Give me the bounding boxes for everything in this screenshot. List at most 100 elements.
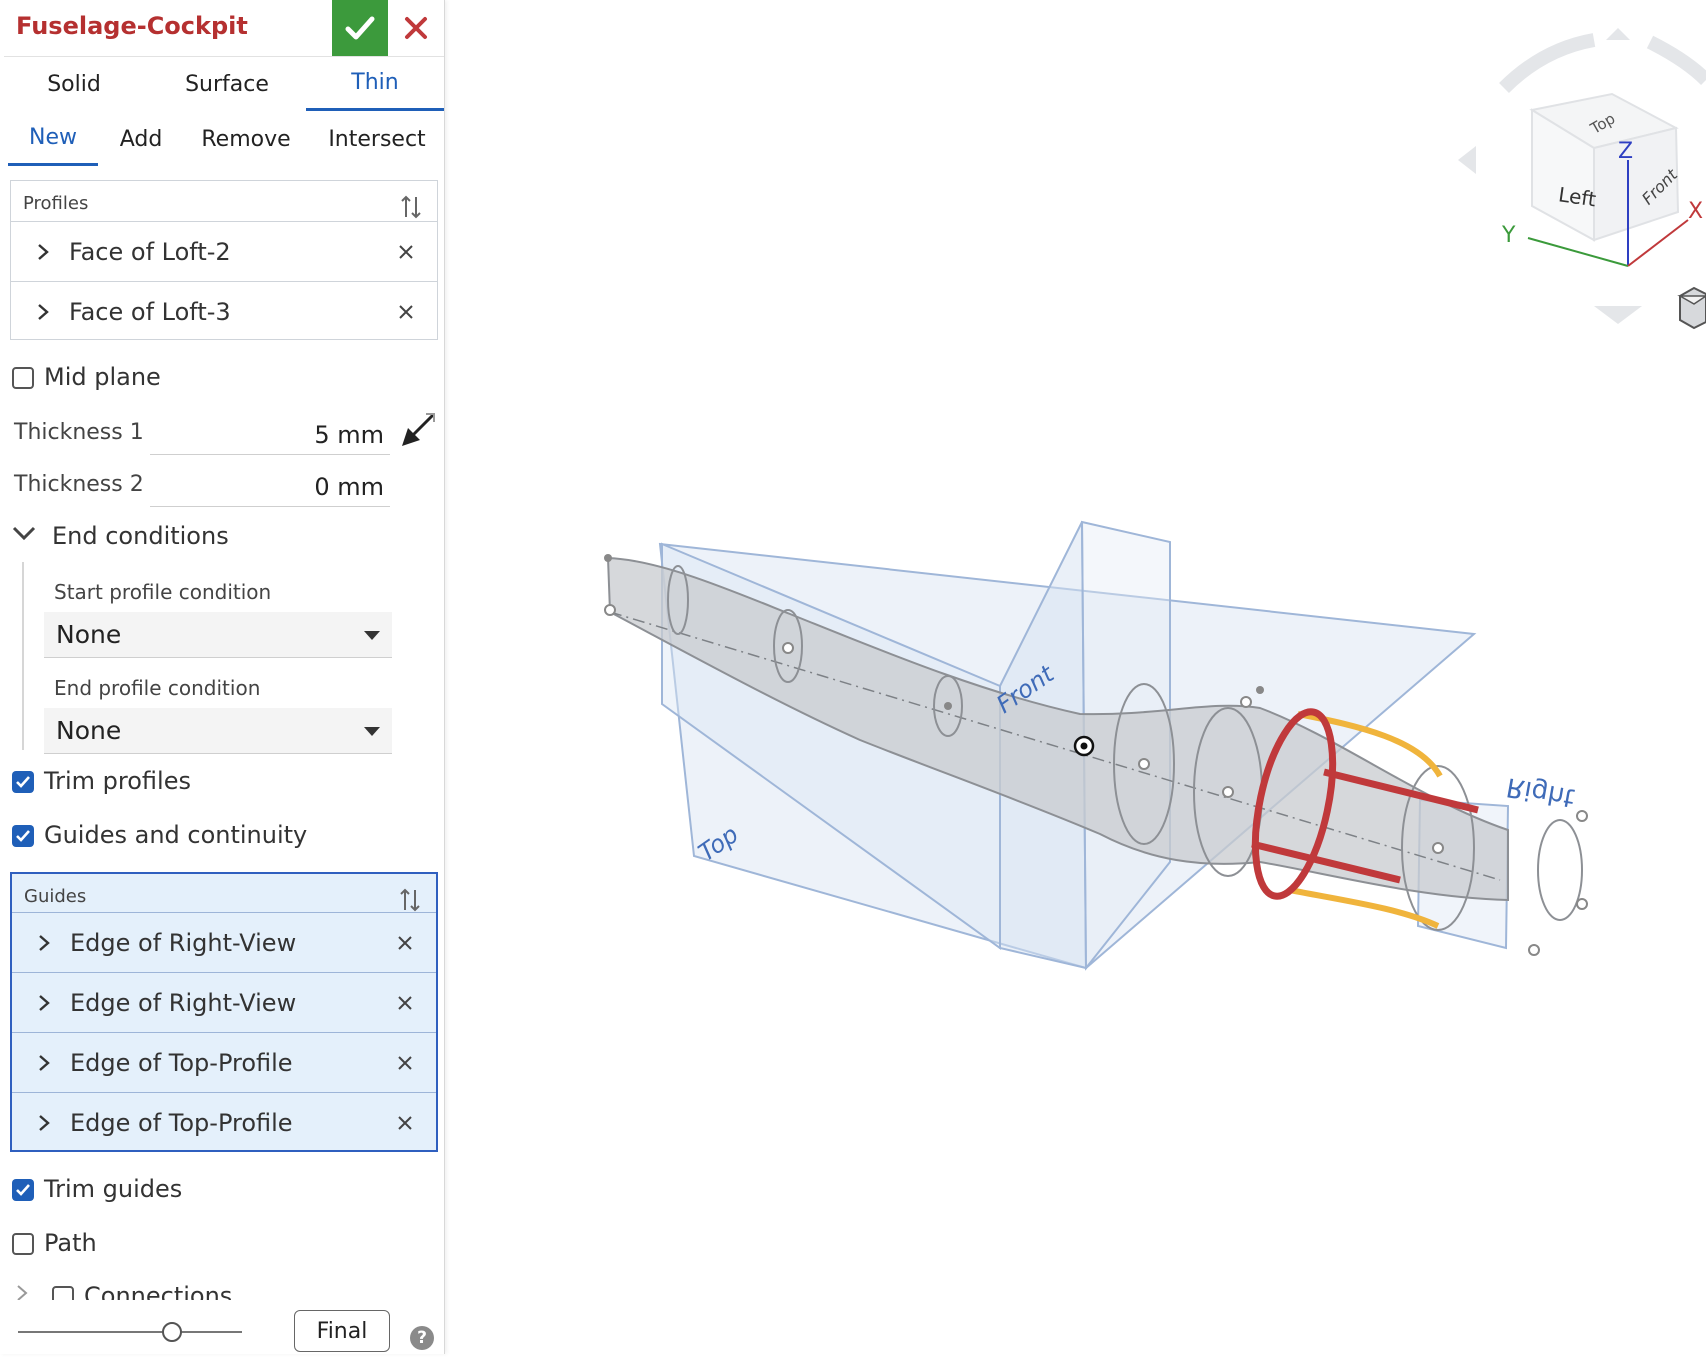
list-item[interactable]: Edge of Right-View: [12, 972, 436, 1032]
mid-plane-checkbox[interactable]: [12, 367, 34, 389]
sketch-point: [782, 642, 794, 654]
model-canvas[interactable]: Front Top Right Top Left Front Z Y X: [446, 0, 1706, 1354]
remove-icon[interactable]: [394, 1112, 416, 1134]
guides-continuity-checkbox[interactable]: [12, 825, 34, 847]
start-condition-select[interactable]: None: [44, 612, 392, 658]
sketch-point: [1528, 944, 1540, 956]
checkmark-icon: [16, 830, 30, 842]
view-arrow-left[interactable]: [1458, 146, 1476, 174]
creation-type-tabs: Solid Surface Thin: [4, 56, 444, 111]
chevron-right-icon[interactable]: [36, 994, 52, 1011]
chevron-right-icon[interactable]: [36, 1054, 52, 1071]
checkmark-icon: [345, 16, 375, 40]
list-item-label: Edge of Top-Profile: [70, 1108, 293, 1137]
mid-plane-label: Mid plane: [44, 363, 161, 391]
profiles-label: Profiles: [23, 193, 89, 214]
thickness2-label: Thickness 2: [14, 472, 144, 497]
tab-new[interactable]: New: [8, 112, 98, 166]
remove-icon[interactable]: [394, 1052, 416, 1074]
end-condition-select[interactable]: None: [44, 708, 392, 754]
chevron-down-icon[interactable]: [12, 526, 36, 542]
sketch-point: [604, 604, 616, 616]
tab-thin[interactable]: Thin: [306, 57, 444, 111]
list-item[interactable]: Face of Loft-3: [11, 281, 437, 341]
rollback-slider-track[interactable]: [18, 1331, 242, 1333]
feature-dialog: Fuselage-Cockpit Solid Surface Thin New …: [0, 0, 445, 1354]
start-condition-value: None: [56, 620, 122, 649]
help-icon[interactable]: ?: [410, 1326, 434, 1350]
trim-profiles-checkbox[interactable]: [12, 771, 34, 793]
operation-tabs: New Add Remove Intersect: [4, 112, 444, 166]
tab-add[interactable]: Add: [104, 112, 178, 166]
list-item-label: Edge of Right-View: [70, 928, 297, 957]
sort-icon[interactable]: [399, 193, 423, 221]
rollback-slider-handle[interactable]: [162, 1322, 182, 1342]
guide-curve-bottom[interactable]: [1289, 887, 1440, 929]
chevron-right-icon[interactable]: [36, 1114, 52, 1131]
end-conditions-label[interactable]: End conditions: [52, 522, 229, 550]
list-item-label: Face of Loft-3: [69, 297, 231, 326]
connections-row[interactable]: Connections: [0, 1270, 444, 1300]
list-item[interactable]: Edge of Top-Profile: [12, 1092, 436, 1152]
sketch-point: [1256, 686, 1264, 694]
guides-list[interactable]: Guides Edge of Right-View Edge of Right-…: [10, 872, 438, 1152]
path-checkbox[interactable]: [12, 1233, 34, 1255]
list-item-label: Edge of Right-View: [70, 988, 297, 1017]
chevron-right-icon[interactable]: [35, 303, 51, 320]
trim-guides-checkbox[interactable]: [12, 1179, 34, 1201]
sketch-point: [1222, 786, 1234, 798]
end-condition-value: None: [56, 716, 122, 745]
section-ellipse: [1537, 819, 1583, 921]
checkmark-icon: [16, 776, 30, 788]
close-icon: [405, 17, 427, 39]
right-plane-label: Right: [1504, 771, 1577, 812]
trim-guides-label: Trim guides: [44, 1175, 183, 1203]
list-item-label: Face of Loft-2: [69, 237, 231, 266]
sketch-point: [944, 702, 952, 710]
trim-profiles-label: Trim profiles: [44, 767, 191, 795]
tab-solid[interactable]: Solid: [4, 57, 144, 111]
group-indent-line: [22, 562, 24, 750]
view-mode-icon[interactable]: [1677, 286, 1706, 330]
thickness1-label: Thickness 1: [14, 420, 144, 445]
view-arrow-up[interactable]: [1606, 28, 1630, 40]
tab-remove[interactable]: Remove: [190, 112, 302, 166]
rotate-right-arrow[interactable]: [1646, 35, 1706, 86]
x-axis: [1627, 219, 1689, 267]
thickness1-input[interactable]: 5 mm: [150, 415, 390, 455]
remove-icon[interactable]: [394, 992, 416, 1014]
z-axis-label: Z: [1618, 139, 1633, 164]
flip-direction-icon[interactable]: [398, 410, 438, 450]
remove-icon[interactable]: [394, 932, 416, 954]
guides-continuity-label: Guides and continuity: [44, 821, 308, 849]
thickness2-input[interactable]: 0 mm: [150, 467, 390, 507]
origin-marker-dot: [1080, 742, 1088, 750]
cancel-button[interactable]: [394, 0, 438, 56]
path-label: Path: [44, 1229, 97, 1257]
list-item[interactable]: Edge of Right-View: [12, 912, 436, 972]
final-button[interactable]: Final: [294, 1310, 390, 1352]
sort-icon[interactable]: [398, 886, 422, 914]
graphics-viewport[interactable]: Front Top Right Top Left Front Z Y X: [446, 0, 1706, 1354]
tab-surface[interactable]: Surface: [154, 57, 300, 111]
view-arrow-down[interactable]: [1594, 306, 1642, 324]
caret-down-icon: [364, 727, 380, 736]
profiles-list[interactable]: Profiles Face of Loft-2 Face of Loft-3: [10, 180, 438, 340]
chevron-right-icon[interactable]: [16, 1284, 28, 1300]
tab-intersect[interactable]: Intersect: [314, 112, 440, 166]
chevron-right-icon[interactable]: [35, 243, 51, 260]
rotate-left-arrow[interactable]: [1499, 33, 1596, 93]
list-item[interactable]: Edge of Top-Profile: [12, 1032, 436, 1092]
remove-icon[interactable]: [395, 301, 417, 323]
chevron-right-icon[interactable]: [36, 934, 52, 951]
checkmark-icon: [16, 1184, 30, 1196]
list-item[interactable]: Face of Loft-2: [11, 221, 437, 281]
start-condition-label: Start profile condition: [54, 580, 272, 604]
connections-checkbox[interactable]: [52, 1286, 74, 1300]
sketch-point: [1432, 842, 1444, 854]
accept-button[interactable]: [332, 0, 388, 56]
view-cube[interactable]: Top Left Front Z Y X: [1458, 28, 1706, 324]
feature-title[interactable]: Fuselage-Cockpit: [16, 12, 248, 40]
sketch-point: [1576, 810, 1588, 822]
remove-icon[interactable]: [395, 241, 417, 263]
